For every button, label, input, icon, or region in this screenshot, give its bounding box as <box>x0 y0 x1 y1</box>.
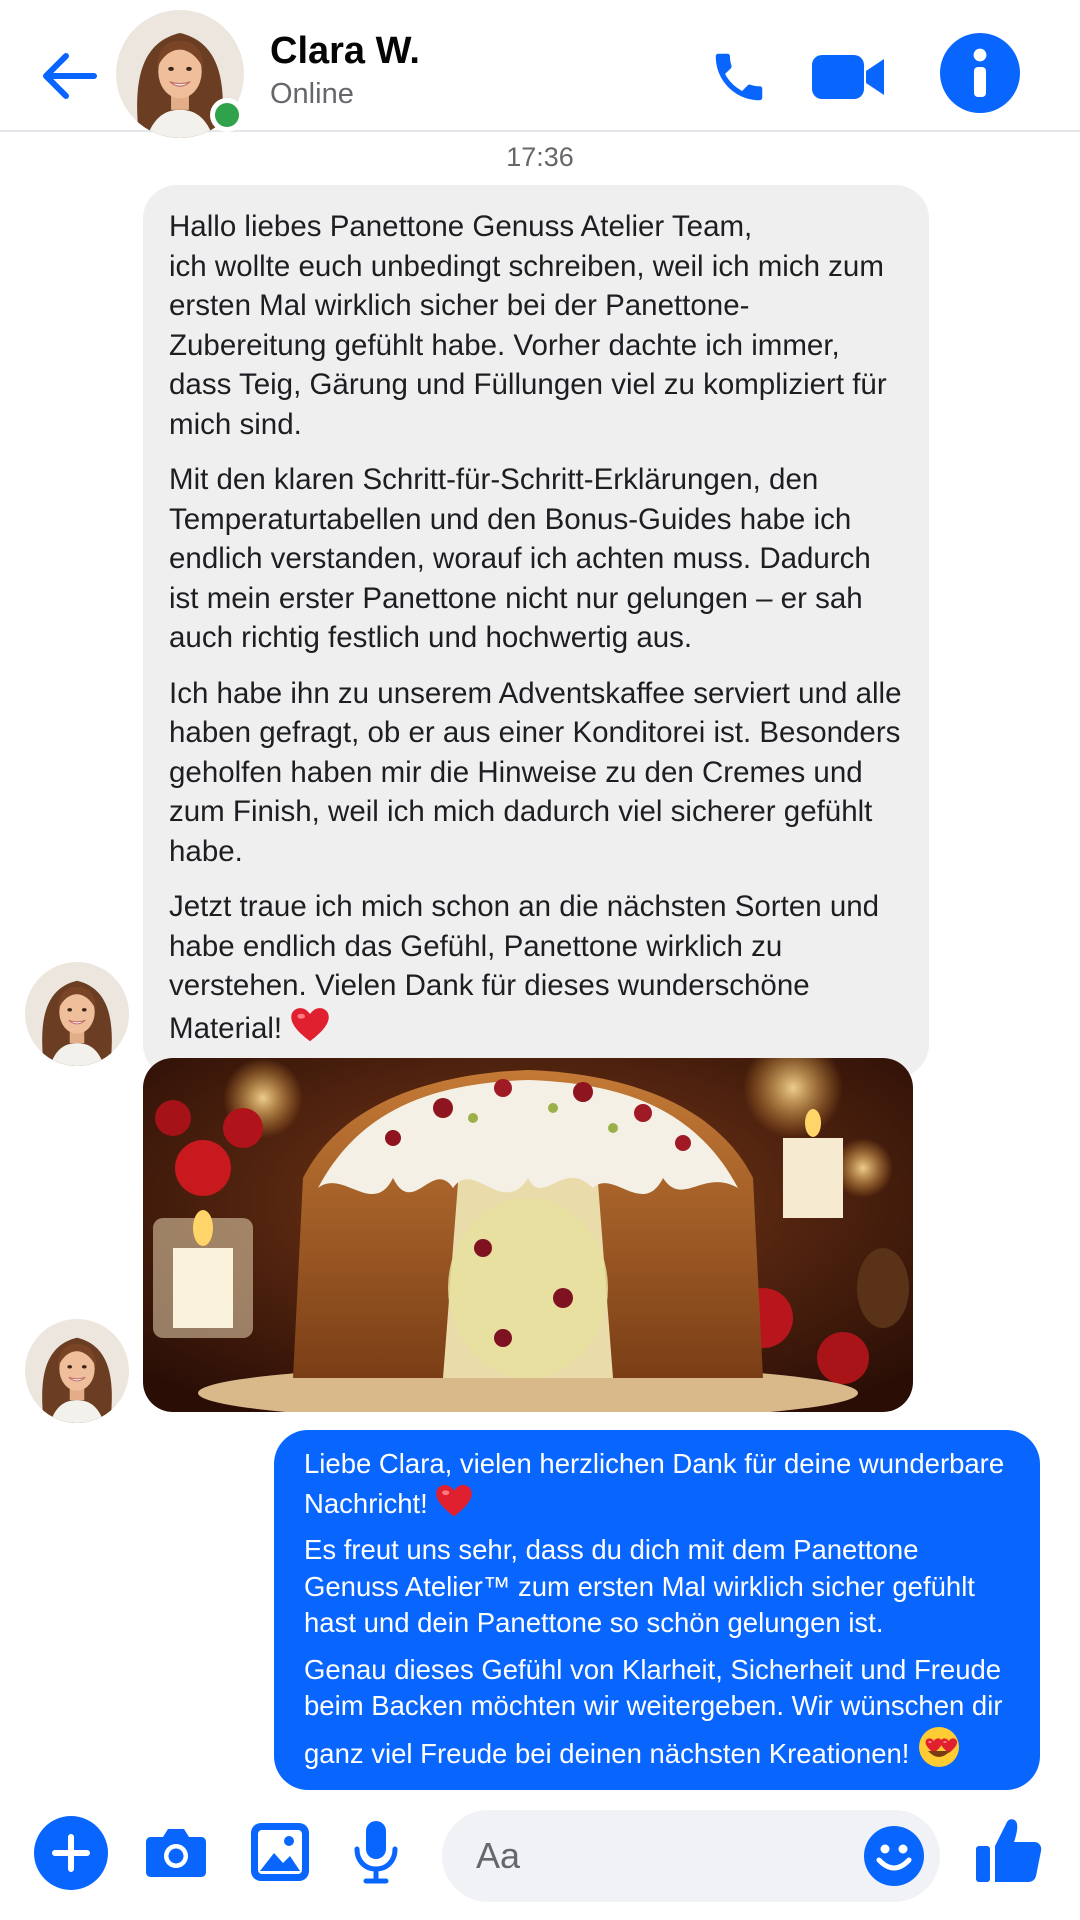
contact-status: Online <box>270 78 354 110</box>
more-actions-button[interactable] <box>34 1816 108 1890</box>
camera-button[interactable] <box>136 1812 216 1892</box>
video-camera-icon <box>812 55 884 99</box>
message-paragraph: Genau dieses Gefühl von Klarheit, Sicher… <box>304 1653 1003 1769</box>
red-heart-icon <box>290 1006 330 1044</box>
heart-eyes-emoji-icon <box>919 1726 960 1767</box>
sender-avatar[interactable] <box>25 962 129 1066</box>
outgoing-message-bubble[interactable]: Liebe Clara, vielen herzlichen Dank für … <box>274 1430 1040 1790</box>
image-icon <box>251 1823 309 1881</box>
microphone-icon <box>354 1821 398 1884</box>
info-button[interactable] <box>940 33 1020 113</box>
back-arrow-icon <box>43 53 97 99</box>
message-paragraph: Es freut uns sehr, dass du dich mit dem … <box>304 1534 975 1638</box>
online-indicator <box>210 98 244 132</box>
message-paragraph: Jetzt traue ich mich schon an die nächst… <box>169 890 880 1045</box>
message-paragraph: ich wollte euch unbedingt schreiben, wei… <box>169 249 887 441</box>
thumbs-up-icon <box>976 1819 1042 1882</box>
message-paragraph: Hallo liebes Panettone Genuss Atelier Te… <box>169 210 753 243</box>
info-icon <box>973 48 987 97</box>
message-paragraph: Ich habe ihn zu unserem Adventskaffee se… <box>169 676 902 868</box>
like-button[interactable] <box>966 1808 1052 1894</box>
voice-message-button[interactable] <box>336 1812 416 1892</box>
contact-name[interactable]: Clara W. <box>270 30 420 73</box>
message-paragraph: Liebe Clara, vielen herzlichen Dank für … <box>304 1448 1005 1519</box>
sender-avatar[interactable] <box>25 1319 129 1423</box>
message-paragraph: Mit den klaren Schritt-für-Schritt-Erklä… <box>169 463 871 654</box>
message-input-container <box>442 1810 940 1902</box>
video-call-button[interactable] <box>810 38 888 116</box>
back-button[interactable] <box>36 44 100 108</box>
gallery-button[interactable] <box>240 1812 320 1892</box>
chat-header: Clara W. Online <box>0 0 1080 132</box>
panettone-photo[interactable] <box>143 1058 913 1412</box>
red-heart-icon <box>435 1483 473 1519</box>
incoming-message-bubble[interactable]: Hallo liebes Panettone Genuss Atelier Te… <box>143 185 929 1078</box>
message-timestamp: 17:36 <box>506 142 574 172</box>
emoji-button[interactable] <box>862 1824 926 1888</box>
camera-icon <box>146 1829 206 1877</box>
contact-avatar[interactable] <box>116 10 246 140</box>
plus-icon <box>52 1834 90 1872</box>
message-input[interactable] <box>476 1810 856 1902</box>
message-composer <box>0 1790 1080 1920</box>
smiley-icon <box>864 1826 924 1886</box>
phone-icon <box>715 53 763 101</box>
voice-call-button[interactable] <box>700 38 778 116</box>
